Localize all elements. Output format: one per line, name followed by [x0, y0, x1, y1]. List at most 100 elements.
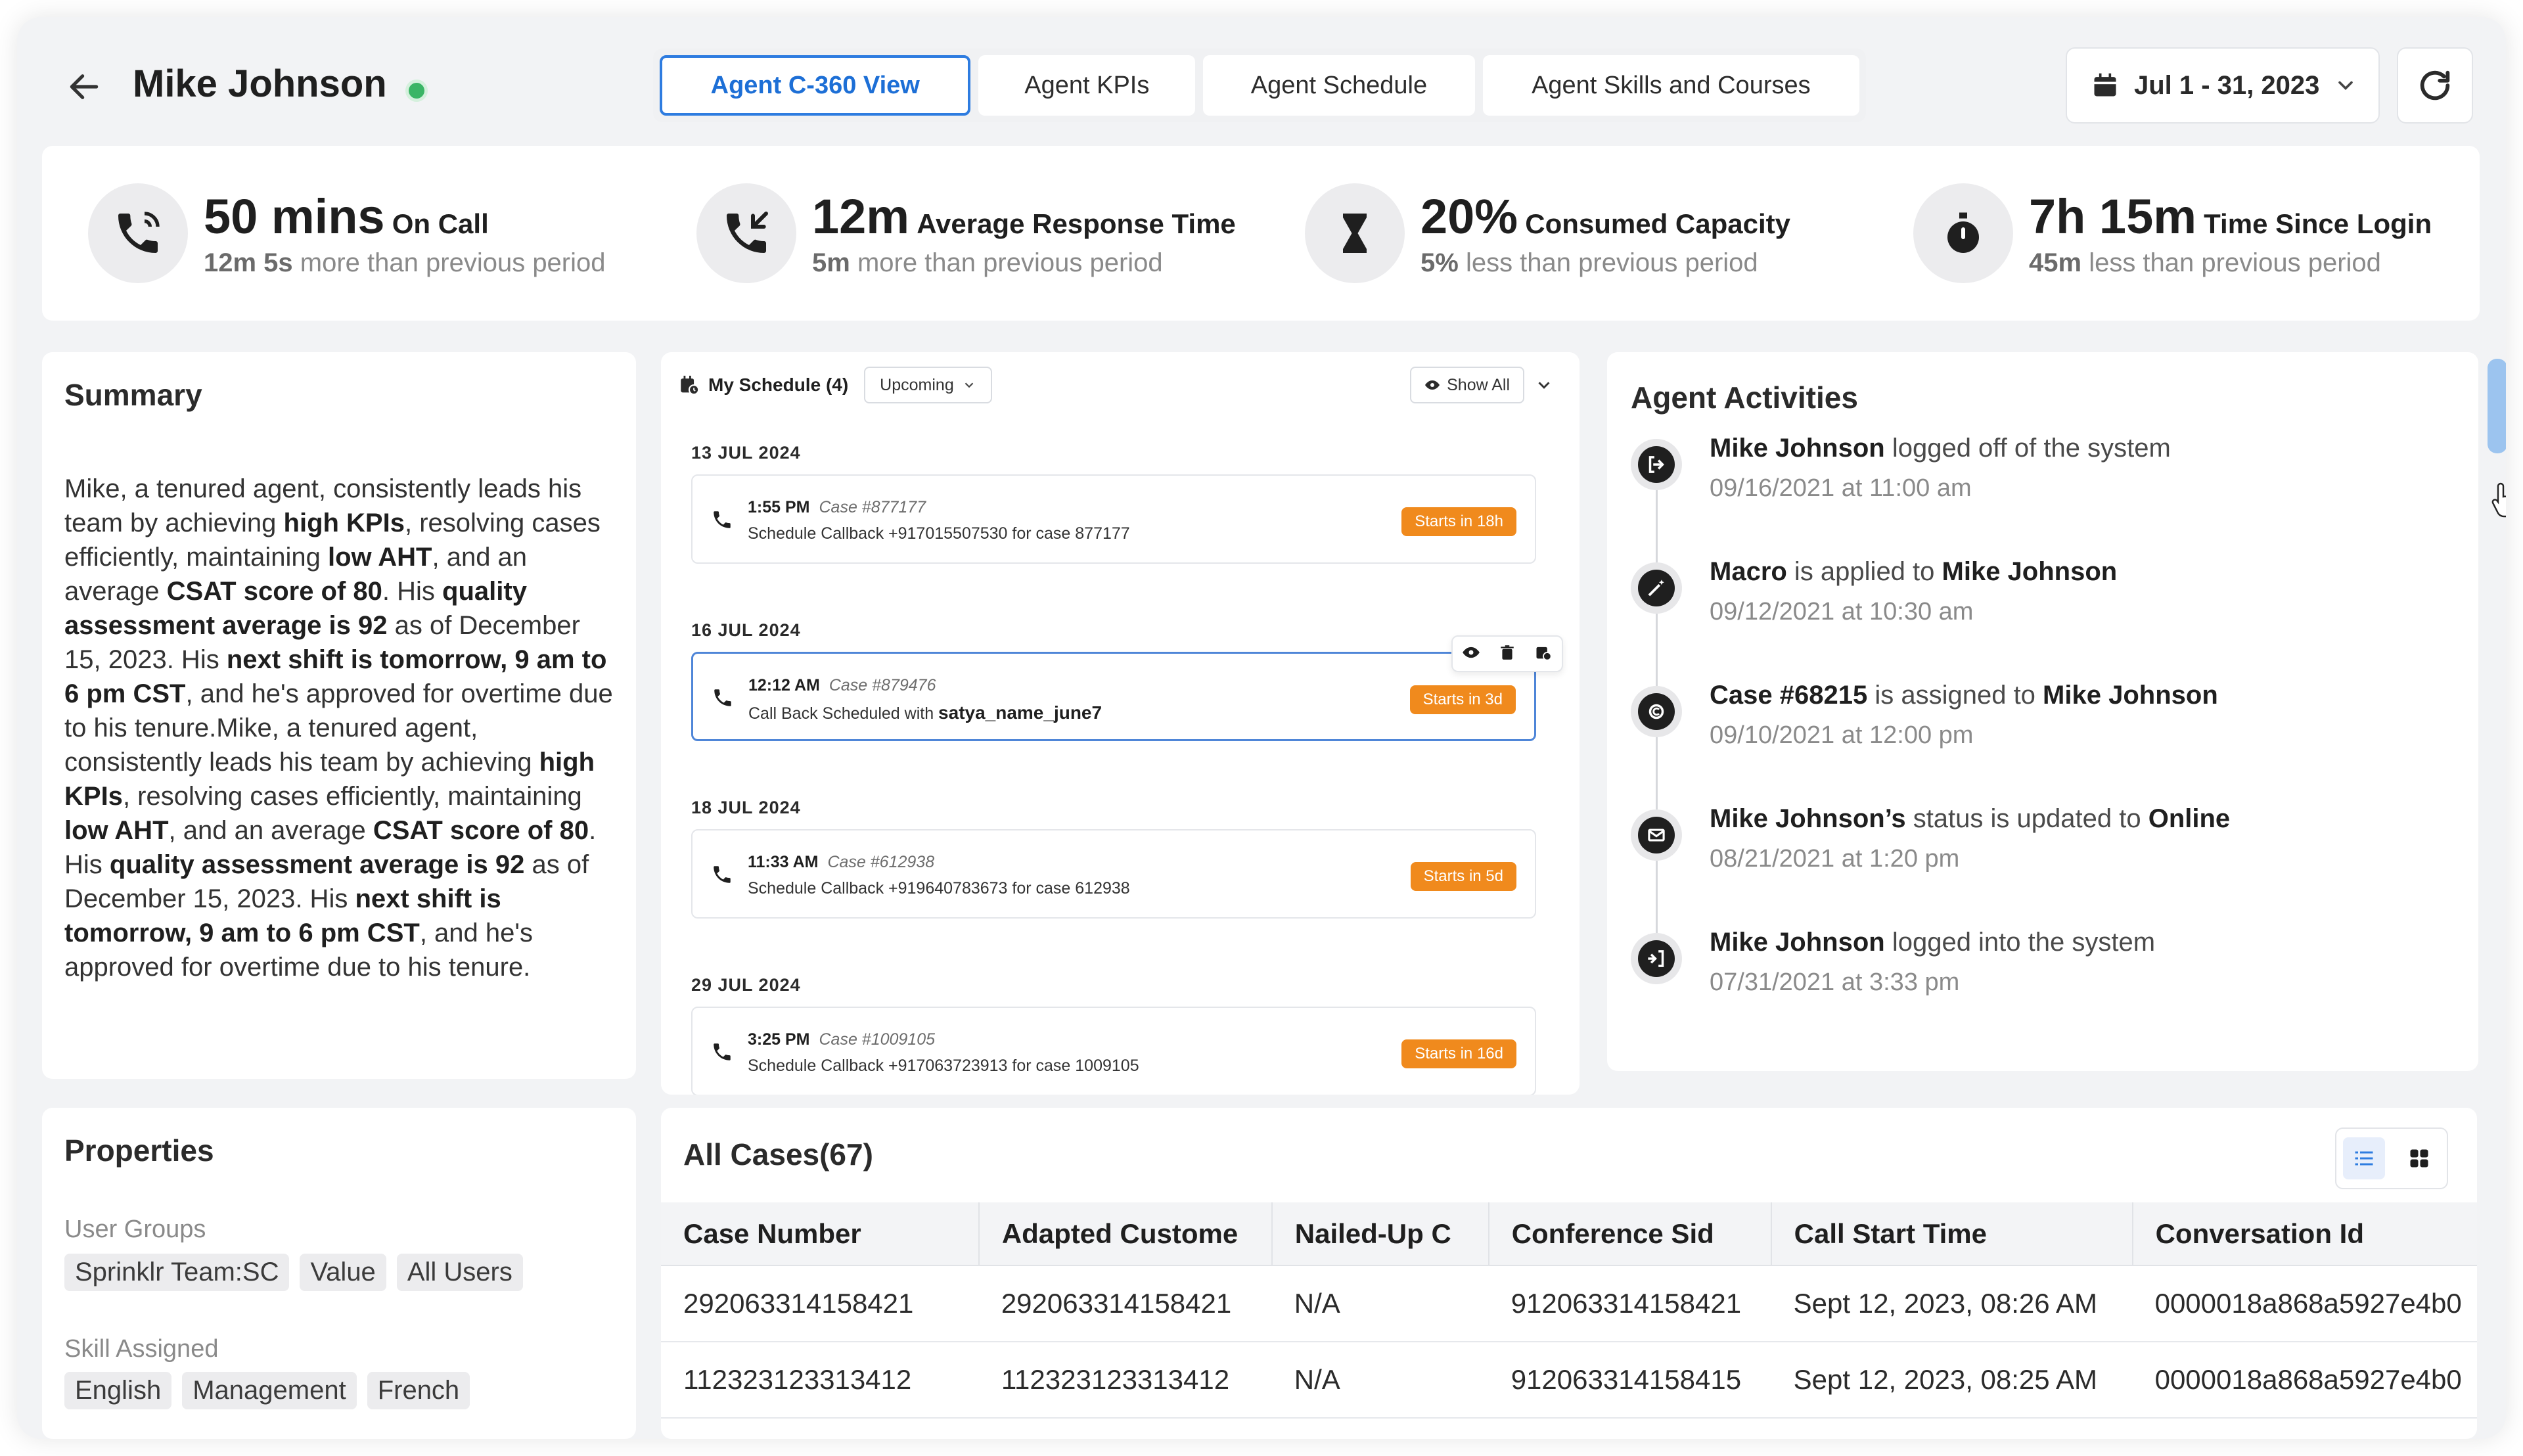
user-group-chip: All Users — [396, 1254, 523, 1291]
column-header[interactable]: Conversation Id — [2132, 1202, 2477, 1266]
schedule-item[interactable]: 12:12 AM Case #879476 Call Back Scheduled … — [691, 635, 1563, 741]
summary-highlight: quality assessment average is 92 — [109, 850, 525, 879]
table-cell: 112323123313412 — [661, 1342, 979, 1419]
activity-date: 09/12/2021 at 10:30 am — [1710, 598, 1974, 626]
column-header[interactable]: Adapted Custome — [978, 1202, 1273, 1266]
column-header[interactable]: Nailed-Up C — [1271, 1202, 1489, 1266]
table-header-row: Case Number Adapted Custome Nailed-Up C Con… — [661, 1202, 2477, 1266]
table-cell: 292063314158421 — [978, 1265, 1272, 1342]
properties-title: Properties — [64, 1133, 214, 1168]
magic-wand-icon — [1631, 562, 1682, 614]
kpi-value: 20% — [1421, 189, 1518, 244]
schedule-item[interactable]: 1:55 PM Case #877177 Schedule Callback +91… — [691, 474, 1536, 564]
back-button[interactable] — [60, 63, 108, 110]
reschedule-icon[interactable] — [1534, 643, 1553, 665]
schedule-case-number: Case #879476 — [829, 676, 936, 694]
grid-view-button[interactable] — [2398, 1137, 2440, 1179]
summary-highlight: CSAT score of 80 — [166, 577, 382, 606]
activities-title: Agent Activities — [1631, 380, 1858, 415]
table-row[interactable]: 112323123313412 112323123313412 N/A 9120633… — [661, 1342, 2477, 1419]
view-icon[interactable] — [1462, 643, 1480, 665]
schedule-description: Schedule Callback +917015507530 for case… — [748, 524, 1130, 543]
timeline-connector — [1656, 490, 1658, 562]
date-range-picker[interactable]: Jul 1 - 31, 2023 — [2066, 47, 2380, 124]
activity-entity: Mike Johnson — [1710, 928, 1885, 957]
phone-icon — [711, 863, 733, 889]
table-body: 292063314158421 292063314158421 N/A 9120633… — [661, 1265, 2477, 1419]
activity-entity: Online — [2148, 804, 2231, 833]
cases-title: All Cases(67) — [683, 1137, 873, 1172]
show-all-button[interactable]: Show All — [1410, 367, 1524, 403]
summary-highlight: high KPIs — [283, 509, 405, 537]
kpi-value: 50 mins — [204, 189, 385, 244]
view-tabs: Agent C-360 View Agent KPIs Agent Schedu… — [653, 49, 1866, 122]
activity-text: Mike Johnson’s status is updated to Onli… — [1710, 804, 2230, 834]
summary-highlight: CSAT score of 80 — [373, 816, 589, 845]
schedule-case-number: Case #1009105 — [819, 1030, 936, 1049]
schedule-item[interactable]: 11:33 AM Case #612938 Schedule Callback +9… — [691, 829, 1536, 919]
schedule-item[interactable]: 3:25 PM Case #1009105 Schedule Callback +9… — [691, 1007, 1536, 1095]
list-view-button[interactable] — [2343, 1137, 2385, 1179]
scrollbar-thumb[interactable] — [2488, 359, 2506, 453]
kpi-label: On Call — [392, 208, 489, 239]
activity-text: Macro is applied to Mike Johnson — [1710, 557, 2117, 587]
table-cell: 292063314158421 — [661, 1265, 979, 1342]
activity-item: Macro is applied to Mike Johnson 09/12/20… — [1631, 557, 2452, 686]
arrow-left-icon — [70, 74, 99, 99]
tab-agent-kpis[interactable]: Agent KPIs — [978, 55, 1196, 116]
table-cell: 912063314158421 — [1488, 1265, 1771, 1342]
timeline-connector — [1656, 861, 1658, 933]
schedule-date: 18 JUL 2024 — [691, 798, 801, 817]
schedule-item-actions — [1451, 635, 1563, 672]
table-cell: N/A — [1271, 1265, 1489, 1342]
user-group-chip: Sprinklr Team:SC — [64, 1254, 290, 1291]
mail-icon — [1631, 809, 1682, 861]
schedule-time-value: 1:55 PM — [748, 498, 810, 516]
online-status-dot — [409, 83, 424, 99]
column-header[interactable]: Case Number — [661, 1202, 980, 1266]
summary-card: Summary Mike, a tenured agent, consisten… — [42, 352, 636, 1079]
table-cell: N/A — [1271, 1342, 1489, 1419]
column-header[interactable]: Call Start Time — [1771, 1202, 2133, 1266]
table-cell: 912063314158415 — [1488, 1342, 1771, 1419]
kpi-delta-text: less than previous period — [1465, 248, 1758, 277]
activity-date: 07/31/2021 at 3:33 pm — [1710, 968, 1960, 996]
login-icon — [1631, 933, 1682, 984]
summary-segment: . His — [382, 577, 443, 606]
timeline-connector — [1656, 614, 1658, 686]
grid-icon — [2410, 1149, 2428, 1168]
tab-agent-c360-view[interactable]: Agent C-360 View — [660, 55, 971, 116]
summary-title: Summary — [64, 378, 202, 412]
skill-chip: English — [64, 1372, 172, 1409]
tab-agent-skills-courses[interactable]: Agent Skills and Courses — [1482, 55, 1859, 116]
activity-date: 08/21/2021 at 1:20 pm — [1710, 845, 1960, 873]
table-cell: 0000018a868a5927e4b0 — [2132, 1342, 2477, 1419]
hourglass-icon — [1305, 183, 1405, 283]
user-group-chip: Value — [300, 1254, 386, 1291]
collapse-button[interactable] — [1526, 367, 1562, 403]
summary-text: Mike, a tenured agent, consistently lead… — [64, 472, 614, 984]
table-row[interactable]: 292063314158421 292063314158421 N/A 9120633… — [661, 1265, 2477, 1342]
table-cell: 112323123313412 — [978, 1342, 1272, 1419]
schedule-description-text: Schedule Callback +917015507530 for case… — [748, 524, 1130, 543]
column-header[interactable]: Conference Sid — [1488, 1202, 1772, 1266]
activity-text: Mike Johnson logged off of the system — [1710, 434, 2171, 463]
schedule-date: 29 JUL 2024 — [691, 975, 801, 995]
table-cell: 0000018a868a5927e4b0 — [2132, 1265, 2477, 1342]
schedule-filter-dropdown[interactable]: Upcoming — [864, 367, 992, 403]
all-cases-card: All Cases(67) Case Number Adapted Custome… — [661, 1108, 2477, 1439]
kpi-delta: 5m — [812, 248, 850, 277]
summary-highlight: low AHT — [64, 816, 169, 845]
refresh-button[interactable] — [2397, 47, 2473, 124]
eye-icon — [1425, 380, 1440, 390]
starts-in-badge: Starts in 5d — [1410, 862, 1516, 891]
trash-icon[interactable] — [1499, 644, 1516, 664]
kpi-strip: 50 mins On Call 12m 5s more than previou… — [42, 146, 2480, 321]
tab-agent-schedule[interactable]: Agent Schedule — [1203, 55, 1475, 116]
case-icon — [1631, 686, 1682, 737]
starts-in-badge: Starts in 16d — [1401, 1039, 1516, 1068]
schedule-time: 3:25 PM Case #1009105 — [748, 1030, 935, 1049]
schedule-card: My Schedule (4) Upcoming Show All 13 JUL… — [661, 352, 1580, 1095]
calendar-icon — [2094, 73, 2116, 97]
skills-chips: English Management French — [64, 1372, 470, 1409]
